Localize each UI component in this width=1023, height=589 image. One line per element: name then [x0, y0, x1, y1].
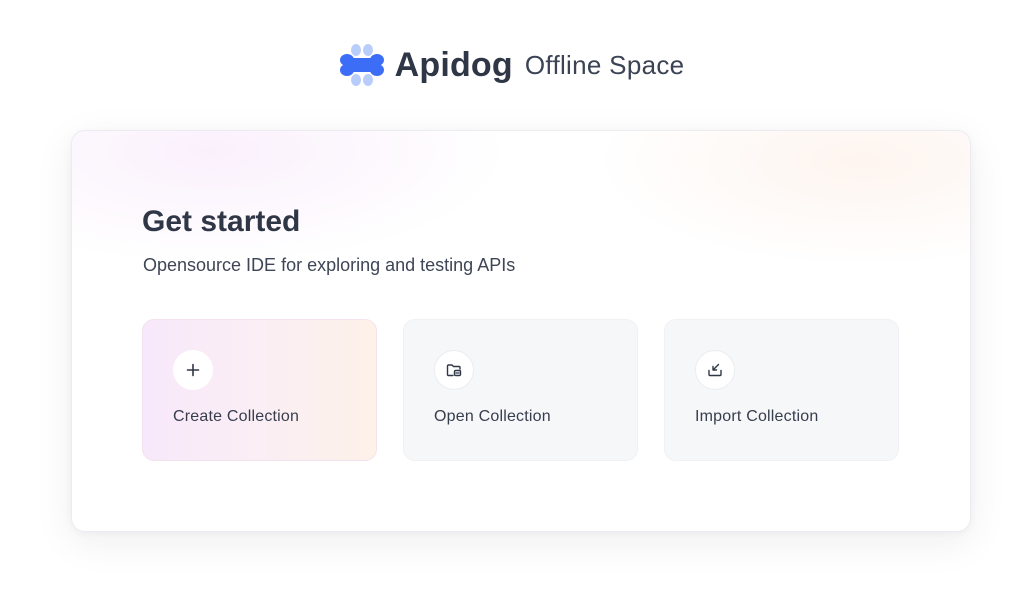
- brand-header: Apidog Offline Space: [0, 42, 1023, 88]
- import-collection-button[interactable]: Import Collection: [664, 319, 899, 461]
- import-collection-label: Import Collection: [695, 408, 819, 425]
- open-collection-button[interactable]: Open Collection: [403, 319, 638, 461]
- folder-open-icon: [434, 350, 474, 390]
- apidog-logo-icon: [339, 44, 384, 86]
- create-collection-label: Create Collection: [173, 408, 300, 425]
- card-subtitle: Opensource IDE for exploring and testing…: [143, 255, 516, 275]
- get-started-card: Get started Opensource IDE for exploring…: [71, 130, 971, 532]
- brand-group: Apidog Offline Space: [339, 42, 685, 88]
- open-collection-label: Open Collection: [434, 408, 551, 425]
- plus-icon: [173, 350, 213, 390]
- brand-name: Apidog: [394, 45, 513, 84]
- import-icon: [695, 350, 735, 390]
- space-label: Offline Space: [524, 49, 685, 80]
- create-collection-button[interactable]: Create Collection: [142, 319, 377, 461]
- card-title: Get started: [142, 205, 301, 238]
- welcome-screen: Apidog Offline Space Get started Opensou…: [0, 0, 1023, 589]
- action-list: Create Collection Open Collection Import…: [142, 319, 899, 461]
